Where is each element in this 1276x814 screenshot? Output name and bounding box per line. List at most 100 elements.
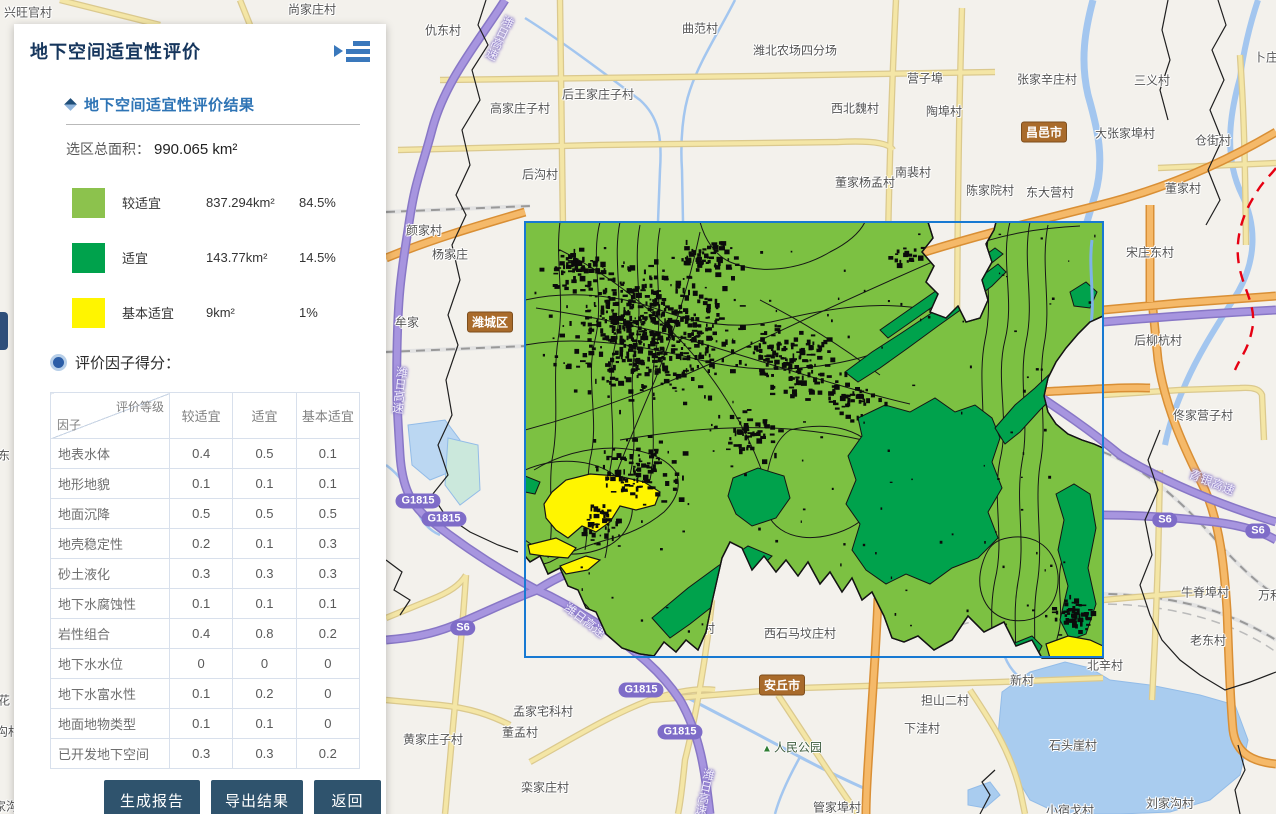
diamond-icon	[64, 98, 77, 111]
legend-swatch	[72, 243, 105, 273]
factor-name-cell: 地形地貌	[51, 469, 170, 499]
factor-name-cell: 地下水水位	[51, 649, 170, 679]
table-column-header: 适宜	[233, 393, 296, 439]
factor-score-cell: 0.5	[233, 499, 296, 529]
table-row: 地面地物类型0.10.10	[51, 709, 360, 739]
factor-score-cell: 0.1	[296, 589, 359, 619]
factor-score-cell: 0.8	[233, 619, 296, 649]
legend-row: 基本适宜9km²1%	[50, 285, 360, 340]
legend-area: 9km²	[206, 305, 299, 320]
factors-title: 评价因子得分：	[75, 352, 180, 373]
factor-name-cell: 地下水富水性	[51, 679, 170, 709]
collapse-panel-button[interactable]	[334, 41, 370, 62]
panel-header: 地下空间适宜性评价	[14, 24, 386, 64]
application-window: 兴旺官村尚家庄村仇东村曲范村潍北农场四分场营子埠张家辛庄村三义村卜庄陶埠村昌邑市…	[0, 0, 1276, 814]
legend-swatch	[72, 188, 105, 218]
factor-score-cell: 0.2	[296, 739, 359, 769]
legend-area: 837.294km²	[206, 195, 299, 210]
panel-title: 地下空间适宜性评价	[30, 38, 201, 64]
button-row: 生成报告导出结果返回	[104, 780, 381, 814]
collapse-triangle-icon	[334, 45, 343, 57]
factor-score-cell: 0.5	[170, 499, 233, 529]
legend-percent: 84.5%	[299, 195, 336, 210]
factor-score-cell: 0.1	[233, 469, 296, 499]
factor-score-cell: 0.5	[233, 439, 296, 469]
legend: 较适宜837.294km²84.5%适宜143.77km²14.5%基本适宜9k…	[50, 175, 360, 340]
factor-score-cell: 0	[170, 649, 233, 679]
table-row: 地下水腐蚀性0.10.10.1	[51, 589, 360, 619]
factor-score-cell: 0.1	[170, 679, 233, 709]
bullet-circle-icon	[50, 354, 67, 371]
total-area-value: 990.065 km²	[154, 141, 237, 158]
factor-score-cell: 0	[233, 649, 296, 679]
table-row: 地形地貌0.10.10.1	[51, 469, 360, 499]
legend-percent: 1%	[299, 305, 318, 320]
table-row: 地下水水位000	[51, 649, 360, 679]
table-row: 地壳稳定性0.20.10.3	[51, 529, 360, 559]
generate-report-button[interactable]: 生成报告	[104, 780, 200, 814]
table-row: 地下水富水性0.10.20	[51, 679, 360, 709]
section-title: 地下空间适宜性评价结果	[84, 94, 255, 115]
legend-area: 143.77km²	[206, 250, 299, 265]
factor-score-cell: 0.1	[170, 469, 233, 499]
table-row: 已开发地下空间0.30.30.2	[51, 739, 360, 769]
table-column-header: 基本适宜	[296, 393, 359, 439]
factor-score-cell: 0	[296, 709, 359, 739]
total-area: 选区总面积：990.065 km²	[50, 139, 360, 159]
factor-score-cell: 0.5	[296, 499, 359, 529]
factor-score-cell: 0.1	[170, 709, 233, 739]
table-row: 砂土液化0.30.30.3	[51, 559, 360, 589]
corner-label-grade: 评价等级	[116, 398, 164, 415]
factor-score-cell: 0.2	[296, 619, 359, 649]
factor-name-cell: 地面沉降	[51, 499, 170, 529]
total-area-label: 选区总面积：	[66, 141, 150, 157]
factor-score-cell: 0.3	[296, 529, 359, 559]
factor-score-cell: 0.3	[170, 559, 233, 589]
factor-score-cell: 0.1	[170, 589, 233, 619]
factor-score-cell: 0.2	[170, 529, 233, 559]
factor-score-cell: 0.1	[233, 589, 296, 619]
table-row: 地面沉降0.50.50.5	[51, 499, 360, 529]
factor-score-cell: 0	[296, 679, 359, 709]
divider	[66, 124, 360, 125]
factor-score-cell: 0.1	[233, 529, 296, 559]
legend-label: 较适宜	[122, 193, 206, 212]
table-row: 岩性组合0.40.80.2	[51, 619, 360, 649]
factor-score-table: 评价等级 因子 较适宜适宜基本适宜 地表水体0.40.50.1地形地貌0.10.…	[50, 392, 360, 769]
legend-label: 适宜	[122, 248, 206, 267]
factor-score-cell: 0.3	[233, 739, 296, 769]
factor-score-cell: 0.2	[233, 679, 296, 709]
table-corner-cell: 评价等级 因子	[51, 393, 170, 439]
factor-name-cell: 地壳稳定性	[51, 529, 170, 559]
legend-label: 基本适宜	[122, 303, 206, 322]
export-results-button[interactable]: 导出结果	[211, 780, 303, 814]
table-row: 地表水体0.40.50.1	[51, 439, 360, 469]
factor-score-cell: 0.3	[296, 559, 359, 589]
back-button[interactable]: 返回	[314, 780, 381, 814]
table-column-header: 较适宜	[170, 393, 233, 439]
factor-name-cell: 岩性组合	[51, 619, 170, 649]
factor-name-cell: 已开发地下空间	[51, 739, 170, 769]
factor-score-cell: 0.1	[296, 469, 359, 499]
factor-name-cell: 地下水腐蚀性	[51, 589, 170, 619]
legend-row: 较适宜837.294km²84.5%	[50, 175, 360, 230]
panel-body: 地下空间适宜性评价结果 选区总面积：990.065 km² 较适宜837.294…	[14, 94, 386, 769]
factors-header: 评价因子得分：	[50, 352, 360, 373]
legend-percent: 14.5%	[299, 250, 336, 265]
factor-score-cell: 0.3	[170, 739, 233, 769]
factor-score-cell: 0.3	[233, 559, 296, 589]
factor-score-cell: 0.1	[296, 439, 359, 469]
factor-name-cell: 地表水体	[51, 439, 170, 469]
factor-score-cell: 0	[296, 649, 359, 679]
menu-bars-icon	[346, 41, 370, 62]
section-header: 地下空间适宜性评价结果	[50, 94, 360, 115]
evaluation-panel: 地下空间适宜性评价 地下空间适宜性评价结果 选区总面积：990.065 km² …	[14, 24, 386, 814]
factor-name-cell: 砂土液化	[51, 559, 170, 589]
factor-score-cell: 0.4	[170, 619, 233, 649]
factor-score-cell: 0.1	[233, 709, 296, 739]
legend-row: 适宜143.77km²14.5%	[50, 230, 360, 285]
corner-label-factor: 因子	[57, 416, 81, 433]
factor-score-cell: 0.4	[170, 439, 233, 469]
factor-name-cell: 地面地物类型	[51, 709, 170, 739]
legend-swatch	[72, 298, 105, 328]
